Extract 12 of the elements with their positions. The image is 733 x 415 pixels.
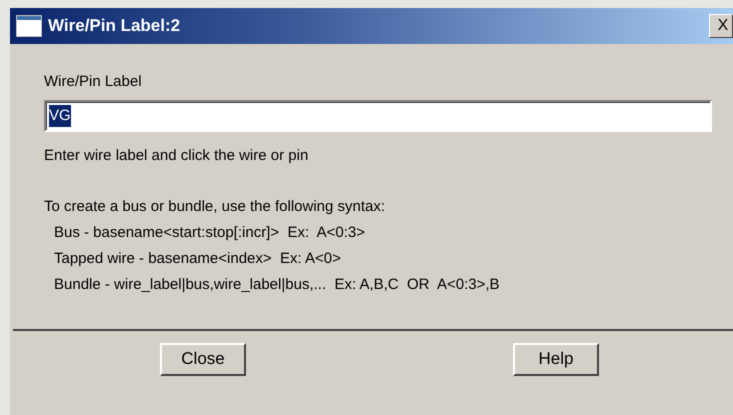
window-icon xyxy=(16,15,42,37)
syntax-heading: To create a bus or bundle, use the following syntax: xyxy=(44,196,386,216)
field-label: Wire/Pin Label xyxy=(44,72,142,92)
window-close-icon[interactable]: X xyxy=(709,14,733,38)
hint-text: Enter wire label and click the wire or pin xyxy=(44,146,308,166)
dialog-button[interactable]: Close xyxy=(160,342,246,376)
dialog-button[interactable]: Help xyxy=(513,342,599,376)
syntax-line: Bundle - wire_label|bus,wire_label|bus,... Ex: A,B,C OR A<0:3>,B xyxy=(54,274,500,294)
input-field[interactable]: VG xyxy=(44,100,712,132)
syntax-line: Bus - basename<start:stop[:incr]> Ex: A<0:3> xyxy=(54,222,366,242)
syntax-line: Tapped wire - basename<index> Ex: A<0> xyxy=(54,248,341,268)
window-title: Wire/Pin Label:2 xyxy=(48,15,180,38)
